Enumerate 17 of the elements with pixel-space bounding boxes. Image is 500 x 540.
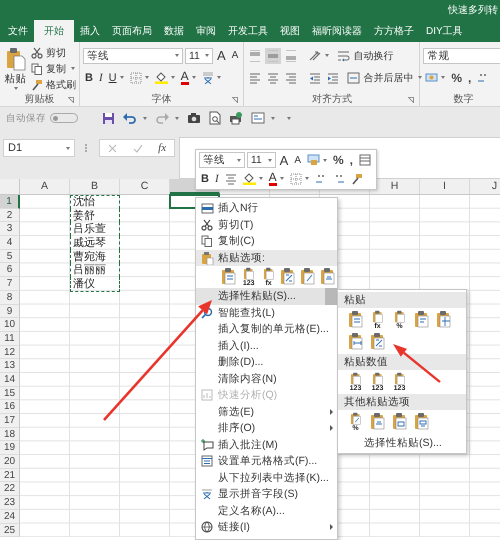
table-cell: 姜舒 [70, 208, 120, 222]
menu-section-title: 其他粘贴选项 [344, 395, 410, 409]
table-cell: 潘仪 [70, 277, 120, 292]
menu-section-title: 粘贴 [344, 293, 366, 307]
table-cell: 吕乐萱 [70, 222, 120, 236]
table-cell: 沈怡 [70, 195, 120, 209]
table-cell: 戚远琴 [70, 236, 120, 250]
window-title: 快速多列转 [448, 4, 499, 17]
group-label: 数字 [453, 92, 474, 106]
group-label: 字体 [152, 92, 172, 106]
menu-section-title: 粘贴选项: [218, 250, 265, 265]
table-cell: 曹宛海 [70, 250, 120, 264]
menu-section-title: 粘贴数值 [344, 355, 388, 369]
group-label: 对齐方式 [312, 92, 352, 106]
table-cell: 吕丽丽 [70, 263, 120, 278]
group-label: 剪贴板 [24, 92, 54, 106]
autosave-label: 自动保存 [6, 112, 46, 124]
